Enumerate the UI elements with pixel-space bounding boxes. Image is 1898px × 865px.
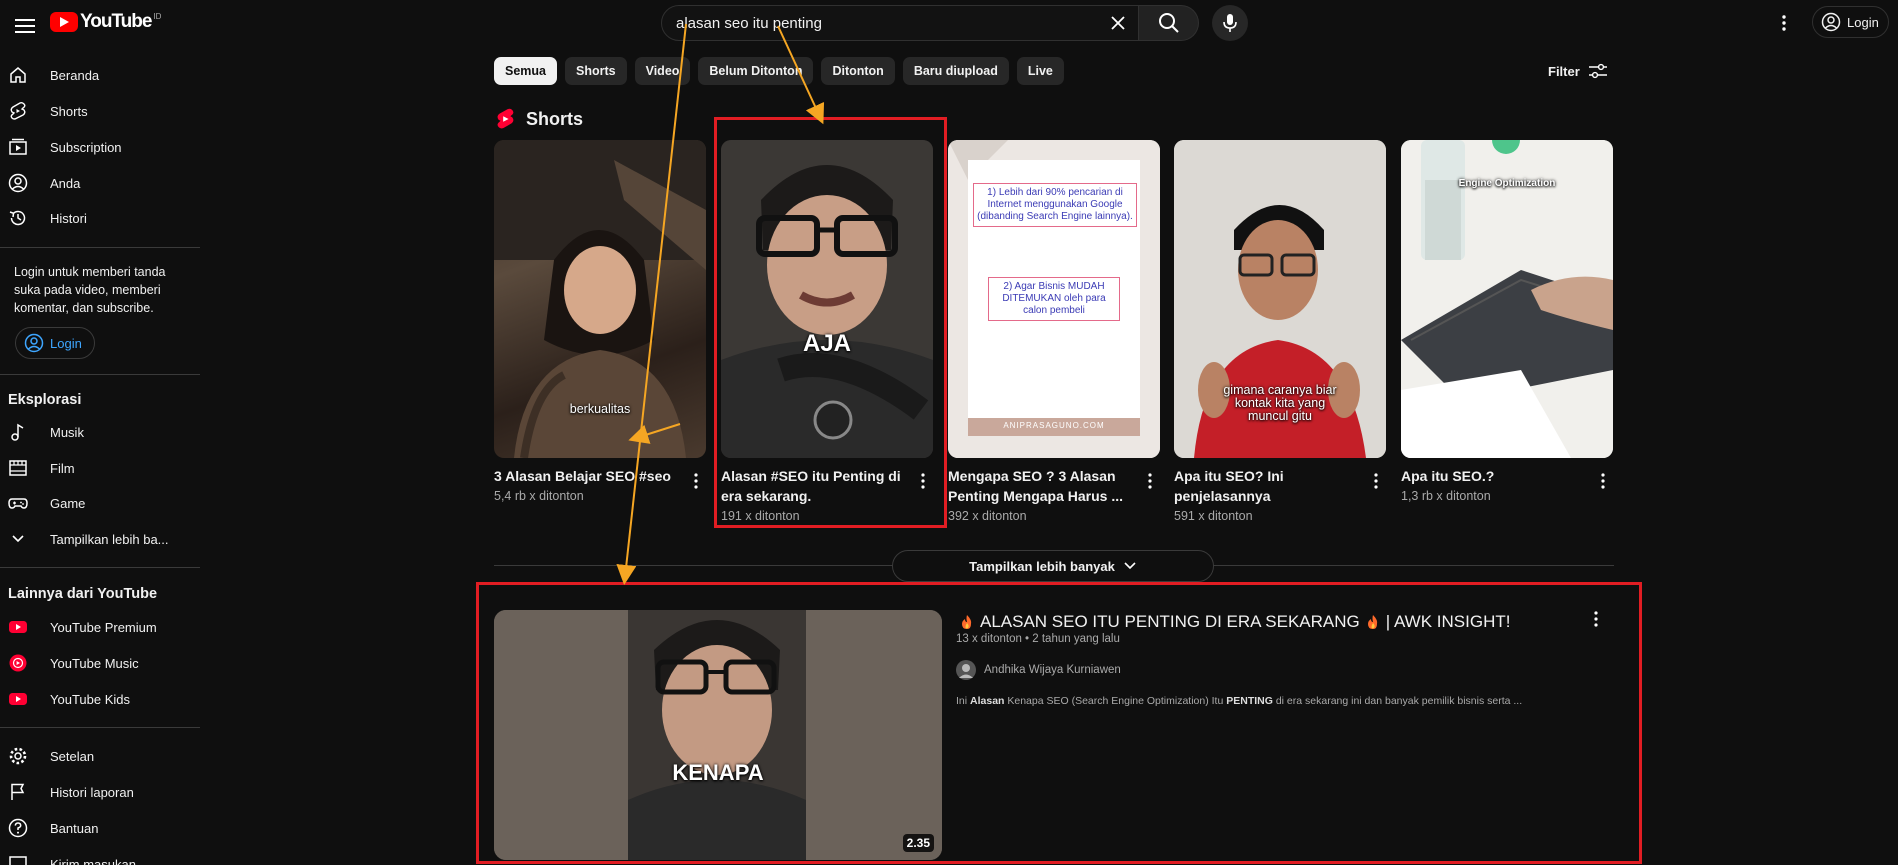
annotation-arrows — [616, 23, 825, 585]
